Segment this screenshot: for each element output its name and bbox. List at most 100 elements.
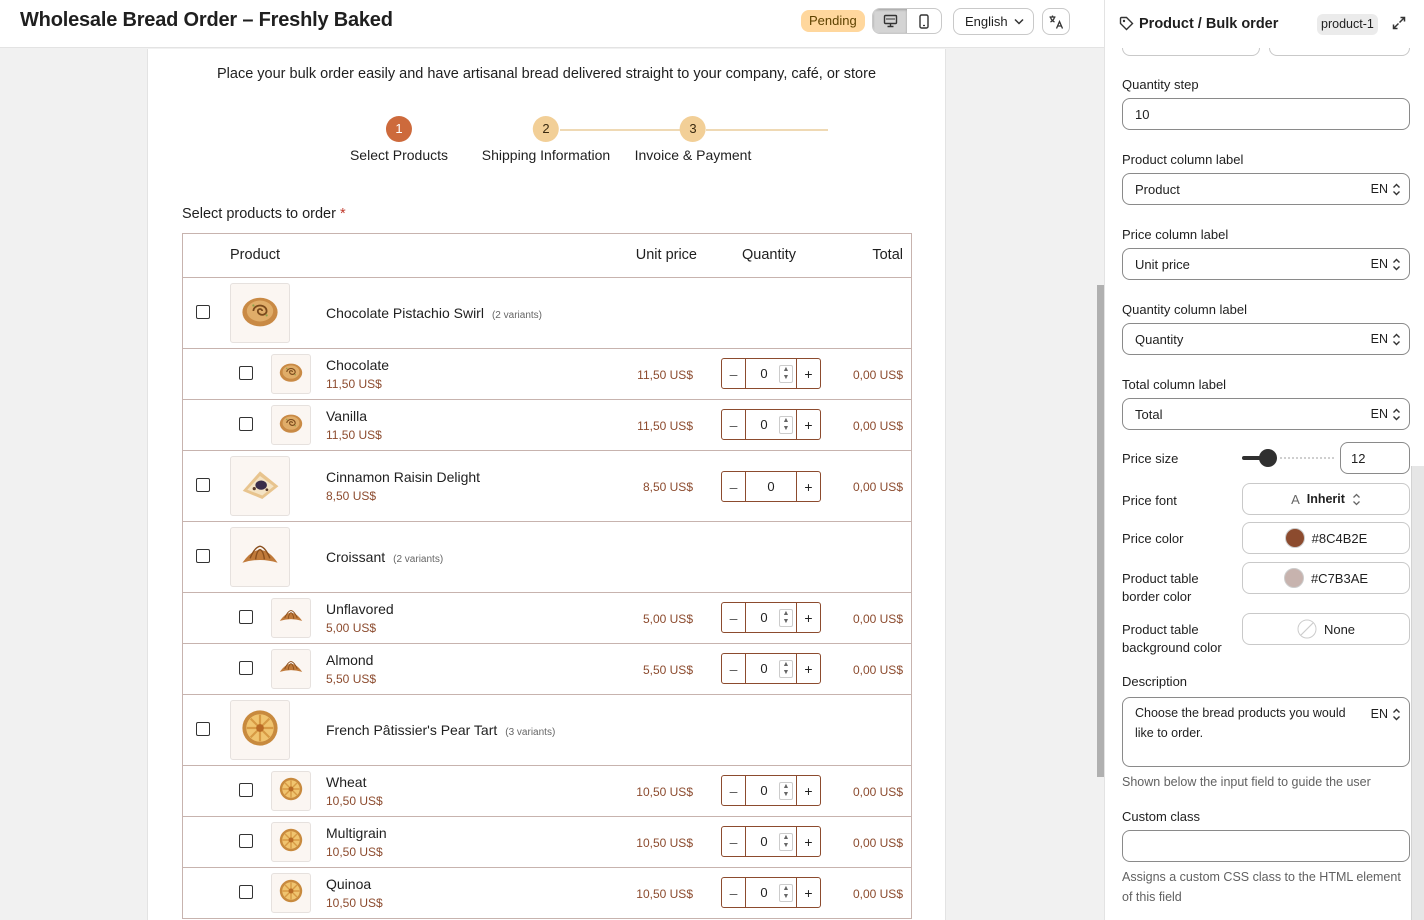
variant-name: Quinoa xyxy=(326,876,372,892)
quantity-input[interactable]: 0 ▲ ▼ xyxy=(746,359,796,388)
panel-scrollbar[interactable] xyxy=(1411,466,1424,920)
spinner-icon[interactable]: ▲ ▼ xyxy=(779,782,793,800)
increment-button[interactable]: + xyxy=(796,827,820,856)
spinner-icon[interactable]: ▲ ▼ xyxy=(779,833,793,851)
step-1[interactable]: 1 Select Products xyxy=(350,116,448,163)
quantity-input[interactable]: 0 ▲ ▼ xyxy=(746,776,796,805)
quantity-input[interactable]: 0 ▲ ▼ xyxy=(746,827,796,856)
quantity-stepper: –0 ▲ ▼ + xyxy=(721,775,821,806)
pastry-swirl-icon xyxy=(238,289,282,338)
variant-checkbox[interactable] xyxy=(239,834,253,848)
price-size-slider[interactable] xyxy=(1242,449,1334,467)
decrement-button[interactable]: – xyxy=(722,776,746,805)
decrement-button[interactable]: – xyxy=(722,654,746,683)
bg-color-picker[interactable]: None xyxy=(1242,613,1410,645)
table-row: Croissant (2 variants) xyxy=(183,522,911,593)
spinner-icon[interactable]: ▲ ▼ xyxy=(779,365,793,383)
row-total: 0,00 US$ xyxy=(852,785,903,799)
spinner-icon[interactable]: ▲ ▼ xyxy=(779,660,793,678)
step-2[interactable]: 2 Shipping Information xyxy=(482,116,610,163)
language-picker[interactable]: EN xyxy=(1371,332,1401,346)
price-column-input[interactable]: Unit price EN xyxy=(1122,248,1410,280)
increment-button[interactable]: + xyxy=(796,654,820,683)
row-total: 0,00 US$ xyxy=(852,368,903,382)
increment-button[interactable]: + xyxy=(796,878,820,907)
bg-color-label: Product table background color xyxy=(1122,622,1222,655)
tag-icon xyxy=(1119,16,1134,31)
total-column-input[interactable]: Total EN xyxy=(1122,398,1410,430)
quantity-input[interactable]: 0 ▲ ▼ xyxy=(746,603,796,632)
quantity-value: 0 xyxy=(767,479,775,494)
custom-class-input[interactable] xyxy=(1122,830,1410,862)
language-select[interactable]: English xyxy=(953,8,1034,35)
language-picker[interactable]: EN xyxy=(1371,257,1401,271)
decrement-button[interactable]: – xyxy=(722,359,746,388)
product-name-text: Croissant xyxy=(326,549,386,565)
step-3[interactable]: 3 Invoice & Payment xyxy=(635,116,751,163)
description-help: Shown below the input field to guide the… xyxy=(1122,775,1371,789)
increment-button[interactable]: + xyxy=(796,359,820,388)
expand-icon[interactable] xyxy=(1391,15,1407,31)
increment-button[interactable]: + xyxy=(796,410,820,439)
mobile-view-button[interactable] xyxy=(907,9,941,33)
quantity-input[interactable]: 0 xyxy=(746,472,796,501)
quantity-input[interactable]: 0 ▲ ▼ xyxy=(746,878,796,907)
price-size-input[interactable]: 12 xyxy=(1340,442,1410,474)
variant-checkbox[interactable] xyxy=(239,783,253,797)
variant-price: 10,50 US$ xyxy=(326,794,383,808)
variant-checkbox[interactable] xyxy=(239,610,253,624)
increment-button[interactable]: + xyxy=(796,472,820,501)
price-size-label: Price size xyxy=(1122,451,1179,466)
table-row: Vanilla 11,50 US$ 11,50 US$ –0 ▲ ▼ +0,00 US$ xyxy=(183,400,911,451)
row-checkbox[interactable] xyxy=(196,305,210,319)
product-column-input[interactable]: Product EN xyxy=(1122,173,1410,205)
quantity-stepper: –0 ▲ ▼ + xyxy=(721,826,821,857)
translate-button[interactable] xyxy=(1042,8,1070,35)
language-picker[interactable]: EN xyxy=(1371,407,1401,421)
desktop-view-button[interactable] xyxy=(873,9,907,33)
variant-checkbox[interactable] xyxy=(239,885,253,899)
spinner-icon[interactable]: ▲ ▼ xyxy=(779,609,793,627)
decrement-button[interactable]: – xyxy=(722,472,746,501)
border-color-picker[interactable]: #C7B3AE xyxy=(1242,562,1410,594)
chevron-updown-icon xyxy=(1393,333,1400,345)
variant-checkbox[interactable] xyxy=(239,661,253,675)
slider-handle[interactable] xyxy=(1259,449,1277,467)
variant-checkbox[interactable] xyxy=(239,366,253,380)
decrement-button[interactable]: – xyxy=(722,603,746,632)
language-picker[interactable]: EN xyxy=(1371,182,1401,196)
color-swatch xyxy=(1283,568,1304,588)
row-checkbox[interactable] xyxy=(196,722,210,736)
table-row: Chocolate 11,50 US$ 11,50 US$ –0 ▲ ▼ +0,00 US$ xyxy=(183,349,911,400)
quantity-input[interactable]: 0 ▲ ▼ xyxy=(746,654,796,683)
decrement-button[interactable]: – xyxy=(722,410,746,439)
price-font-picker[interactable]: A Inherit xyxy=(1242,483,1410,515)
quantity-value: 0 xyxy=(760,885,768,900)
product-name-text: Chocolate Pistachio Swirl xyxy=(326,305,484,321)
description-input[interactable]: Choose the bread products you would like… xyxy=(1122,697,1410,767)
price-column-value: Unit price xyxy=(1135,256,1190,272)
quantity-input[interactable]: 0 ▲ ▼ xyxy=(746,410,796,439)
increment-button[interactable]: + xyxy=(796,776,820,805)
chevron-updown-icon xyxy=(1393,183,1400,195)
description-label: Description xyxy=(1122,674,1188,689)
spinner-icon[interactable]: ▲ ▼ xyxy=(779,884,793,902)
desktop-icon xyxy=(883,14,897,28)
step-number: 1 xyxy=(386,116,412,142)
increment-button[interactable]: + xyxy=(796,603,820,632)
quantity-column-input[interactable]: Quantity EN xyxy=(1122,323,1410,355)
canvas-scrollbar[interactable] xyxy=(1097,285,1104,777)
language-picker[interactable]: EN xyxy=(1371,704,1401,724)
decrement-button[interactable]: – xyxy=(722,878,746,907)
product-image xyxy=(271,598,311,638)
decrement-button[interactable]: – xyxy=(722,827,746,856)
variant-checkbox[interactable] xyxy=(239,417,253,431)
row-checkbox[interactable] xyxy=(196,478,210,492)
row-checkbox[interactable] xyxy=(196,549,210,563)
product-image xyxy=(230,283,290,343)
unit-price: 10,50 US$ xyxy=(636,785,693,799)
column-quantity: Quantity xyxy=(742,247,796,263)
quantity-step-input[interactable]: 10 xyxy=(1122,98,1410,130)
spinner-icon[interactable]: ▲ ▼ xyxy=(779,416,793,434)
price-color-picker[interactable]: #8C4B2E xyxy=(1242,522,1410,554)
